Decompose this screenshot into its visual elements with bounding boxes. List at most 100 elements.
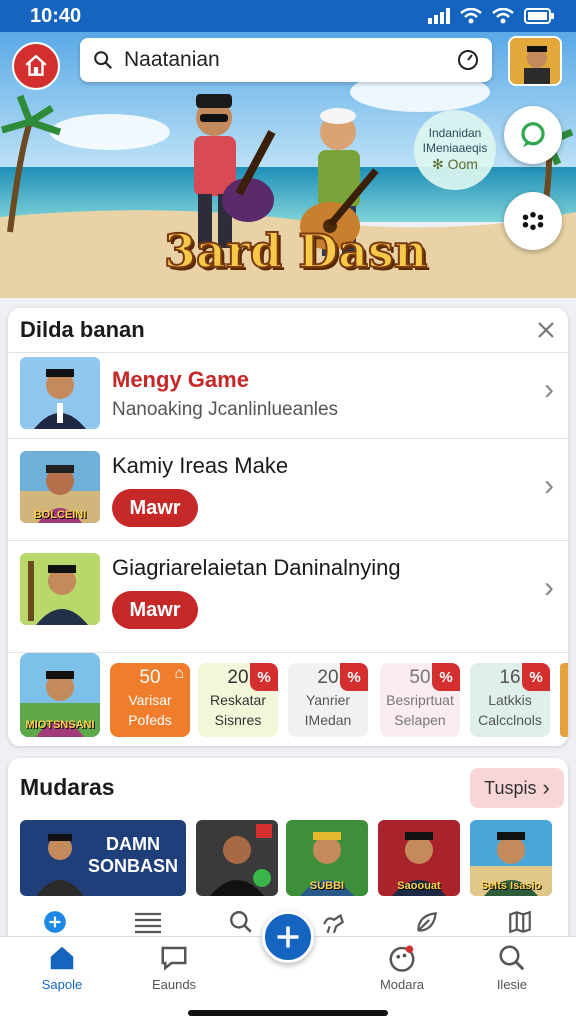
search-icon (94, 51, 113, 70)
list-item[interactable]: Giagriarelaietan Daninalnying Mawr › (8, 540, 568, 644)
home-icon: ⌂ (174, 665, 184, 682)
search-bar[interactable]: Naatanian (80, 38, 492, 82)
list-icon (134, 912, 161, 934)
nav-item-label: Ilesie (496, 977, 528, 992)
promo-badge[interactable]: Indanidan IMeniaaeqis ✻ Oom (414, 110, 496, 190)
discount-badge: % (340, 663, 368, 691)
discount-badge: % (432, 663, 460, 691)
game-card[interactable] (196, 820, 278, 896)
game-card-caption: DAMN SONBASN (87, 834, 178, 876)
list-item[interactable]: BOLCEINI Kamiy Ireas Make Mawr › (8, 438, 568, 540)
offer-tile[interactable]: 16 Latkkis Calcclnols % (470, 663, 550, 737)
nav-item-messages[interactable]: Eaunds (126, 943, 222, 992)
offer-tile-sublabel: IMedan (304, 711, 352, 728)
nav-item-home[interactable]: Sapole (14, 943, 110, 992)
status-time: 10:40 (30, 4, 82, 27)
game-thumbnail (20, 553, 100, 625)
leaf-icon (416, 912, 437, 932)
apps-button[interactable] (504, 192, 562, 250)
offer-tile[interactable]: 50 Varisar Pofeds ⌂ (110, 663, 190, 737)
offer-tile-sublabel: Sisnres (214, 711, 262, 728)
chevron-right-icon: › (544, 373, 554, 406)
grid-dots-icon (522, 212, 544, 230)
search-icon (229, 911, 252, 933)
wifi-icon (492, 8, 514, 24)
promo-line-2: IMeniaaeqis (422, 141, 488, 156)
featured-card-title: Dilda banan (20, 317, 145, 342)
list-item-title: Giagriarelaietan Daninalnying (112, 555, 401, 580)
palette-icon (389, 945, 415, 972)
offer-tile-label: Latkkis (488, 692, 532, 708)
nav-item-label: Sapole (41, 977, 83, 992)
globe-icon (43, 911, 66, 933)
category-item[interactable] (380, 904, 473, 940)
status-icons (428, 8, 554, 24)
bottom-navigation: Sapole Eaunds Modara Ilesie (0, 911, 576, 1024)
category-item[interactable] (101, 904, 194, 940)
wifi-icon (460, 8, 482, 24)
list-item-title: Mengy Game (112, 367, 249, 392)
nav-item-label: Eaunds (151, 977, 197, 992)
thumb-caption: MIOTSNSANI (25, 719, 95, 731)
refresh-icon[interactable] (456, 48, 480, 72)
scroll-peek (560, 663, 568, 737)
list-item[interactable]: Mengy Game Nanoaking Jcanlinlueanles › (8, 352, 568, 438)
nav-item-label: Modara (379, 977, 425, 992)
search-input[interactable]: Naatanian (124, 48, 456, 72)
home-icon (25, 54, 47, 76)
map-icon (508, 910, 531, 934)
offer-tile-image[interactable]: MIOTSNSANI (20, 653, 100, 737)
chat-icon (161, 946, 187, 971)
hero-title: 3ard Dasn (163, 223, 428, 279)
home-button[interactable] (12, 42, 60, 90)
avatar-image (510, 38, 560, 84)
status-bar: 10:40 (0, 0, 576, 32)
game-card-caption: SUBBI (309, 880, 345, 892)
hero-banner[interactable]: Naatanian Indanidan IMeniaaeqis ✻ Oom 3a… (0, 32, 576, 298)
create-button[interactable] (262, 911, 314, 963)
offer-tile-label: Yanrier (305, 692, 351, 708)
chevron-right-icon: › (544, 469, 554, 502)
chevron-right-icon: › (542, 775, 550, 800)
chat-icon (521, 122, 545, 148)
dog-icon (322, 913, 344, 934)
nav-item-search[interactable]: Ilesie (464, 943, 560, 992)
offer-tile[interactable]: 50 Besriprtuat Selapen % (380, 663, 460, 737)
home-icon (50, 946, 74, 970)
offer-tiles: MIOTSNSANI 50 Varisar Pofeds ⌂ 20 Reskat… (8, 652, 568, 738)
offer-tile-label: Besriprtuat (386, 692, 454, 708)
chevron-right-icon: › (544, 571, 554, 604)
offer-tile-label: Reskatar (209, 692, 267, 708)
avatar[interactable] (508, 36, 562, 86)
game-thumbnail (20, 357, 100, 429)
close-icon[interactable] (536, 320, 556, 340)
game-thumbnail: BOLCEINI (20, 451, 100, 523)
list-item-subtitle: Nanoaking Jcanlinlueanles (112, 399, 339, 420)
game-card[interactable]: Saoouat (378, 820, 460, 896)
game-card[interactable]: SUBBI (286, 820, 368, 896)
game-card[interactable]: DAMN SONBASN (20, 820, 186, 896)
more-button[interactable]: Mawr (112, 591, 198, 629)
chat-button[interactable] (504, 106, 562, 164)
offer-tile[interactable]: 20 Yanrier IMedan % (288, 663, 368, 737)
battery-icon (524, 8, 554, 24)
category-item[interactable] (8, 904, 101, 940)
offer-tile-sublabel: Selapen (394, 711, 446, 728)
section-title: Mudaras (20, 774, 115, 800)
game-card[interactable]: Selts Isasio (470, 820, 552, 896)
offer-tile-sublabel: Pofeds (128, 711, 172, 728)
offer-tile[interactable]: 20 Reskatar Sisnres % (198, 663, 278, 737)
offer-tile-label: Varisar (128, 692, 172, 708)
see-more-label: Tuspis (484, 777, 537, 798)
plus-icon (277, 926, 299, 948)
thumb-caption: BOLCEINI (33, 509, 87, 521)
home-indicator (188, 1010, 388, 1016)
promo-line-1: Indanidan (428, 126, 482, 141)
more-button[interactable]: Mawr (112, 489, 198, 527)
featured-card-header: Dilda banan (8, 308, 568, 352)
see-more-button[interactable]: Tuspis › (470, 768, 564, 808)
discount-badge: % (250, 663, 278, 691)
category-item[interactable] (473, 904, 566, 940)
list-item-title: Kamiy Ireas Make (112, 453, 289, 478)
nav-item-modara[interactable]: Modara (354, 943, 450, 992)
